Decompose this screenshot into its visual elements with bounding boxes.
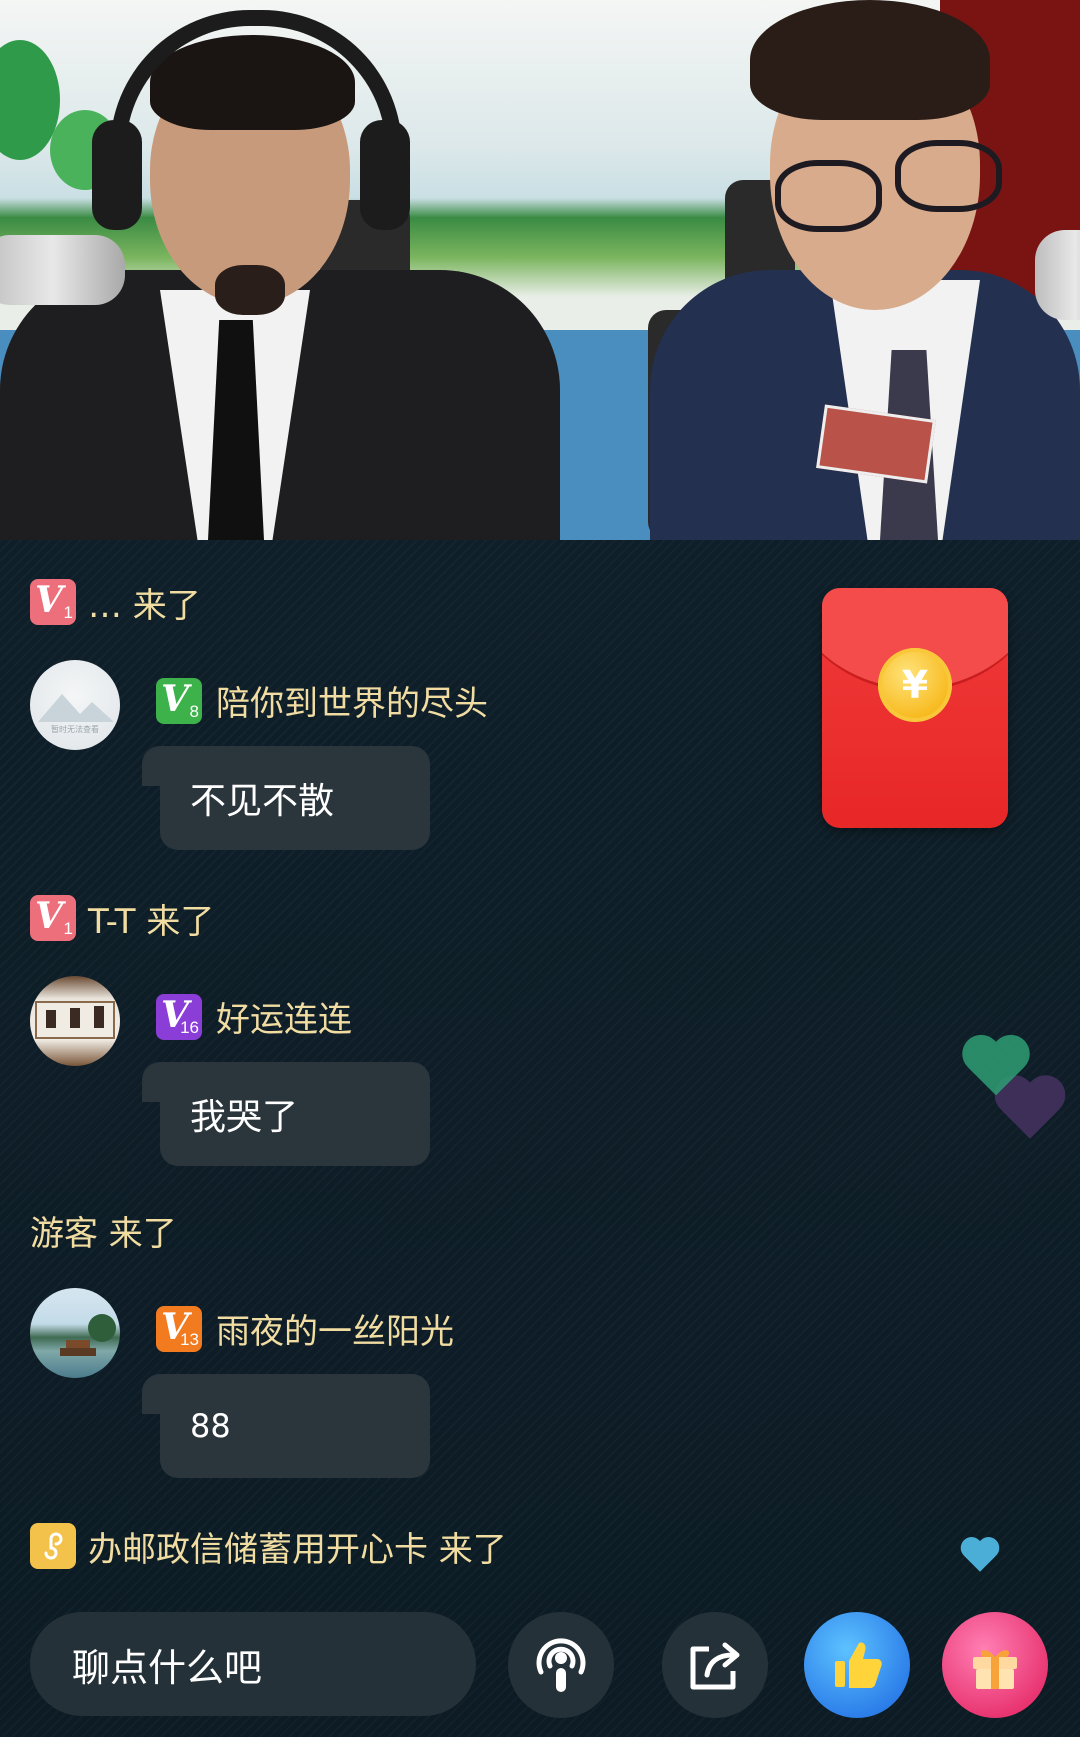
lake-boat-avatar-icon <box>60 1314 116 1356</box>
message-text: 我哭了 <box>190 1097 299 1138</box>
live-video[interactable] <box>0 0 1080 540</box>
svg-text:暂时无法查看: 暂时无法查看 <box>51 724 99 734</box>
enter-text: … 来了 <box>88 585 201 626</box>
mini-program-icon <box>30 1523 76 1569</box>
chat-message: V 13 雨夜的一丝阳光 88 <box>30 1288 730 1478</box>
message-bubble: 不见不散 <box>142 746 430 850</box>
share-icon <box>690 1642 740 1690</box>
enter-notice: V1 … 来了 <box>30 578 201 626</box>
enter-text: 办邮政信储蓄用开心卡 来了 <box>88 1529 507 1570</box>
enter-notice: 游客 来了 <box>30 1206 177 1254</box>
avatar[interactable] <box>30 976 120 1066</box>
enter-text: 游客 来了 <box>30 1213 177 1254</box>
gift-button[interactable] <box>942 1612 1048 1718</box>
vip-level-badge: V1 <box>30 895 76 941</box>
podcast-button[interactable] <box>508 1612 614 1718</box>
chat-message: V 16 好运连连 我哭了 <box>30 976 730 1166</box>
vip-level-badge: V 13 <box>156 1305 202 1352</box>
calligraphy-avatar-icon <box>35 1001 115 1039</box>
enter-notice: 办邮政信储蓄用开心卡 来了 <box>30 1522 507 1570</box>
avatar[interactable] <box>30 1288 120 1378</box>
message-bubble: 我哭了 <box>142 1062 430 1166</box>
message-bubble: 88 <box>142 1374 430 1478</box>
username[interactable]: 陪你到世界的尽头 <box>216 676 488 725</box>
chat-input-placeholder: 聊点什么吧 <box>72 1645 263 1690</box>
vip-level-badge: V1 <box>30 579 76 625</box>
message-text: 88 <box>190 1407 231 1445</box>
username[interactable]: 好运连连 <box>216 992 352 1041</box>
floating-heart-icon <box>965 1037 1028 1100</box>
red-envelope-button[interactable]: ¥ <box>822 588 1008 828</box>
floating-heart-icon <box>962 1538 998 1574</box>
enter-notice: V1 T-T 来了 <box>30 894 214 942</box>
vip-level-badge: V 16 <box>156 993 202 1040</box>
share-button[interactable] <box>662 1612 768 1718</box>
thumbs-up-icon <box>835 1642 882 1688</box>
image-placeholder-icon: 暂时无法查看 <box>38 694 114 734</box>
podcast-icon <box>536 1638 586 1692</box>
like-button[interactable] <box>804 1612 910 1718</box>
chat-input[interactable]: 聊点什么吧 <box>30 1612 476 1716</box>
username[interactable]: 雨夜的一丝阳光 <box>216 1304 454 1353</box>
gift-icon <box>973 1650 1017 1689</box>
enter-text: T-T 来了 <box>88 901 215 942</box>
message-text: 不见不散 <box>190 781 335 822</box>
avatar[interactable]: 暂时无法查看 <box>30 660 120 750</box>
chat-message: 暂时无法查看 V8 陪你到世界的尽头 不见不散 <box>30 660 730 850</box>
yuan-coin-icon: ¥ <box>878 648 952 722</box>
vip-level-badge: V8 <box>156 677 202 724</box>
